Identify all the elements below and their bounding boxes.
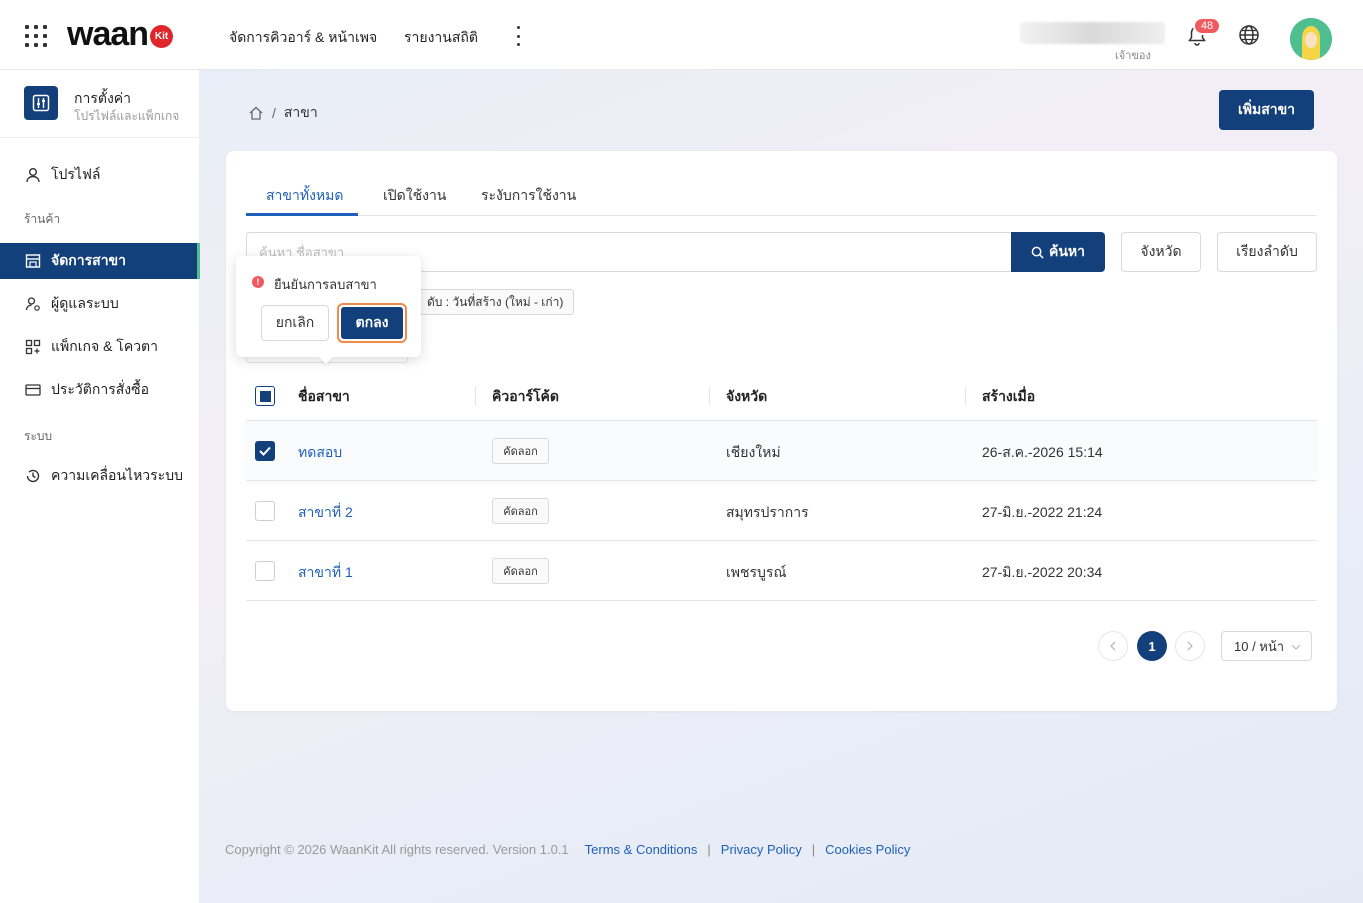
logo-badge: Kit (150, 24, 174, 48)
store-icon (24, 252, 42, 270)
table-header: ชื่อสาขา คิวอาร์โค้ด จังหวัด สร้างเมื่อ (246, 371, 1317, 421)
row-checkbox[interactable] (255, 561, 275, 581)
column-branch-name: ชื่อสาขา (298, 388, 350, 404)
branches-card: สาขาทั้งหมด เปิดใช้งาน ระงับการใช้งาน ค้… (226, 151, 1337, 711)
chevron-down-icon (1291, 644, 1301, 650)
active-tab-indicator (246, 213, 358, 216)
check-icon (259, 446, 271, 456)
cancel-button[interactable]: ยกเลิก (261, 305, 329, 341)
branch-province: สมุทรปราการ (726, 504, 809, 520)
branch-name-link[interactable]: ทดสอบ (298, 442, 342, 464)
settings-sliders-icon (24, 86, 58, 120)
select-all-checkbox[interactable] (255, 386, 275, 406)
notification-badge: 48 (1193, 17, 1221, 35)
ok-button[interactable]: ตกลง (337, 303, 407, 343)
user-icon (24, 166, 42, 184)
cookies-link[interactable]: Cookies Policy (825, 842, 910, 857)
ok-button-label: ตกลง (341, 307, 403, 339)
branch-province: เชียงใหม่ (726, 444, 781, 460)
chevron-left-icon (1110, 641, 1116, 651)
sidebar-item-label: ความเคลื่อนไหวระบบ (51, 467, 183, 483)
breadcrumb: / สาขา (248, 102, 318, 124)
table-row[interactable]: สาขาที่ 1 คัดลอก เพชรบูรณ์ 27-มิ.ย.-2022… (246, 541, 1317, 601)
nav-reports[interactable]: รายงานสถิติ (404, 27, 478, 49)
user-name-blurred[interactable] (1020, 22, 1165, 44)
sidebar: การตั้งค่า โปรไฟล์และแพ็กเกจ โปรไฟล์ ร้า… (0, 70, 200, 903)
column-province: จังหวัด (726, 388, 768, 404)
grid-plus-icon (24, 338, 42, 356)
sort-button[interactable]: เรียงลำดับ (1217, 232, 1317, 272)
confirm-message: ยืนยันการลบสาขา (274, 277, 377, 292)
row-checkbox[interactable] (255, 441, 275, 461)
sort-tag[interactable]: ดับ : วันที่สร้าง (ใหม่ - เก่า) (416, 289, 575, 315)
globe-icon[interactable] (1238, 24, 1260, 46)
row-checkbox[interactable] (255, 501, 275, 521)
history-icon (24, 467, 42, 485)
credit-card-icon (24, 381, 42, 399)
next-page-button[interactable] (1175, 631, 1205, 661)
delete-confirm-popover: ! ยืนยันการลบสาขา ยกเลิก ตกลง (236, 256, 421, 357)
branch-created: 27-มิ.ย.-2022 20:34 (982, 564, 1103, 580)
tab-active[interactable]: เปิดใช้งาน (383, 185, 446, 207)
table-row[interactable]: สาขาที่ 2 คัดลอก สมุทรปราการ 27-มิ.ย.-20… (246, 481, 1317, 541)
branch-name-link[interactable]: สาขาที่ 1 (298, 562, 353, 584)
page-size-select[interactable]: 10 / หน้า (1221, 631, 1312, 661)
apps-grid-icon[interactable] (25, 25, 47, 47)
page-size-value: 10 / หน้า (1234, 638, 1285, 654)
nav-qr-pages[interactable]: จัดการคิวอาร์ & หน้าเพจ (229, 27, 377, 49)
sidebar-group-system: ระบบ (24, 429, 53, 443)
search-button[interactable]: ค้นหา (1011, 232, 1105, 272)
sidebar-item-order-history[interactable]: ประวัติการสั่งซื้อ (0, 372, 200, 408)
tabs: สาขาทั้งหมด เปิดใช้งาน ระงับการใช้งาน (246, 173, 1317, 216)
branch-province: เพชรบูรณ์ (726, 564, 787, 580)
sidebar-item-admins[interactable]: ผู้ดูแลระบบ (0, 286, 200, 322)
sidebar-item-system-activity[interactable]: ความเคลื่อนไหวระบบ (0, 458, 200, 494)
copy-qr-button[interactable]: คัดลอก (492, 438, 549, 464)
sidebar-item-label: แพ็กเกจ & โควตา (51, 338, 159, 354)
user-role: เจ้าของ (1115, 50, 1151, 62)
exclamation-circle-icon: ! (252, 276, 264, 288)
table-row[interactable]: ทดสอบ คัดลอก เชียงใหม่ 26-ส.ค.-2026 15:1… (246, 421, 1317, 481)
logo-text: waan (67, 14, 149, 53)
top-bar: waan Kit จัดการคิวอาร์ & หน้าเพจ รายงานส… (0, 0, 1363, 70)
more-menu-icon[interactable] (512, 26, 524, 46)
prev-page-button[interactable] (1098, 631, 1128, 661)
branch-created: 27-มิ.ย.-2022 21:24 (982, 504, 1103, 520)
copy-qr-button[interactable]: คัดลอก (492, 498, 549, 524)
add-branch-button[interactable]: เพิ่มสาขา (1219, 90, 1314, 130)
sidebar-item-label: ประวัติการสั่งซื้อ (51, 381, 150, 397)
copy-qr-button[interactable]: คัดลอก (492, 558, 549, 584)
sidebar-item-label: โปรไฟล์ (51, 166, 101, 182)
page-current[interactable]: 1 (1137, 631, 1167, 661)
sidebar-item-manage-branches[interactable]: จัดการสาขา (0, 243, 200, 279)
home-icon[interactable] (248, 105, 264, 121)
settings-header: การตั้งค่า โปรไฟล์และแพ็กเกจ (24, 86, 200, 126)
tab-all-branches[interactable]: สาขาทั้งหมด (266, 185, 343, 207)
search-icon (1031, 246, 1044, 259)
branch-name-link[interactable]: สาขาที่ 2 (298, 502, 353, 524)
privacy-link[interactable]: Privacy Policy (721, 842, 802, 857)
settings-subtitle: โปรไฟล์และแพ็กเกจ (74, 109, 180, 123)
search-button-label: ค้นหา (1048, 243, 1086, 259)
user-settings-icon (24, 295, 42, 313)
tab-suspended[interactable]: ระงับการใช้งาน (481, 185, 576, 207)
chevron-right-icon (1187, 641, 1193, 651)
footer: Copyright © 2026 WaanKit All rights rese… (225, 842, 911, 857)
main-content: / สาขา เพิ่มสาขา สาขาทั้งหมด เปิดใช้งาน … (200, 70, 1363, 903)
sidebar-divider (0, 137, 200, 138)
sidebar-item-profile[interactable]: โปรไฟล์ (0, 157, 200, 193)
terms-link[interactable]: Terms & Conditions (585, 842, 698, 857)
branch-created: 26-ส.ค.-2026 15:14 (982, 444, 1103, 460)
copyright-text: Copyright © 2026 WaanKit All rights rese… (225, 842, 569, 857)
sidebar-item-packages[interactable]: แพ็กเกจ & โควตา (0, 329, 200, 365)
column-created: สร้างเมื่อ (982, 388, 1036, 404)
logo[interactable]: waan Kit (67, 14, 174, 54)
sidebar-item-label: ผู้ดูแลระบบ (51, 295, 119, 311)
sidebar-item-label: จัดการสาขา (51, 252, 126, 268)
column-qr-code: คิวอาร์โค้ด (492, 388, 559, 404)
user-avatar[interactable] (1290, 18, 1332, 60)
sidebar-group-store: ร้านค้า (24, 212, 61, 226)
province-filter-button[interactable]: จังหวัด (1121, 232, 1201, 272)
breadcrumb-current: สาขา (283, 104, 318, 120)
